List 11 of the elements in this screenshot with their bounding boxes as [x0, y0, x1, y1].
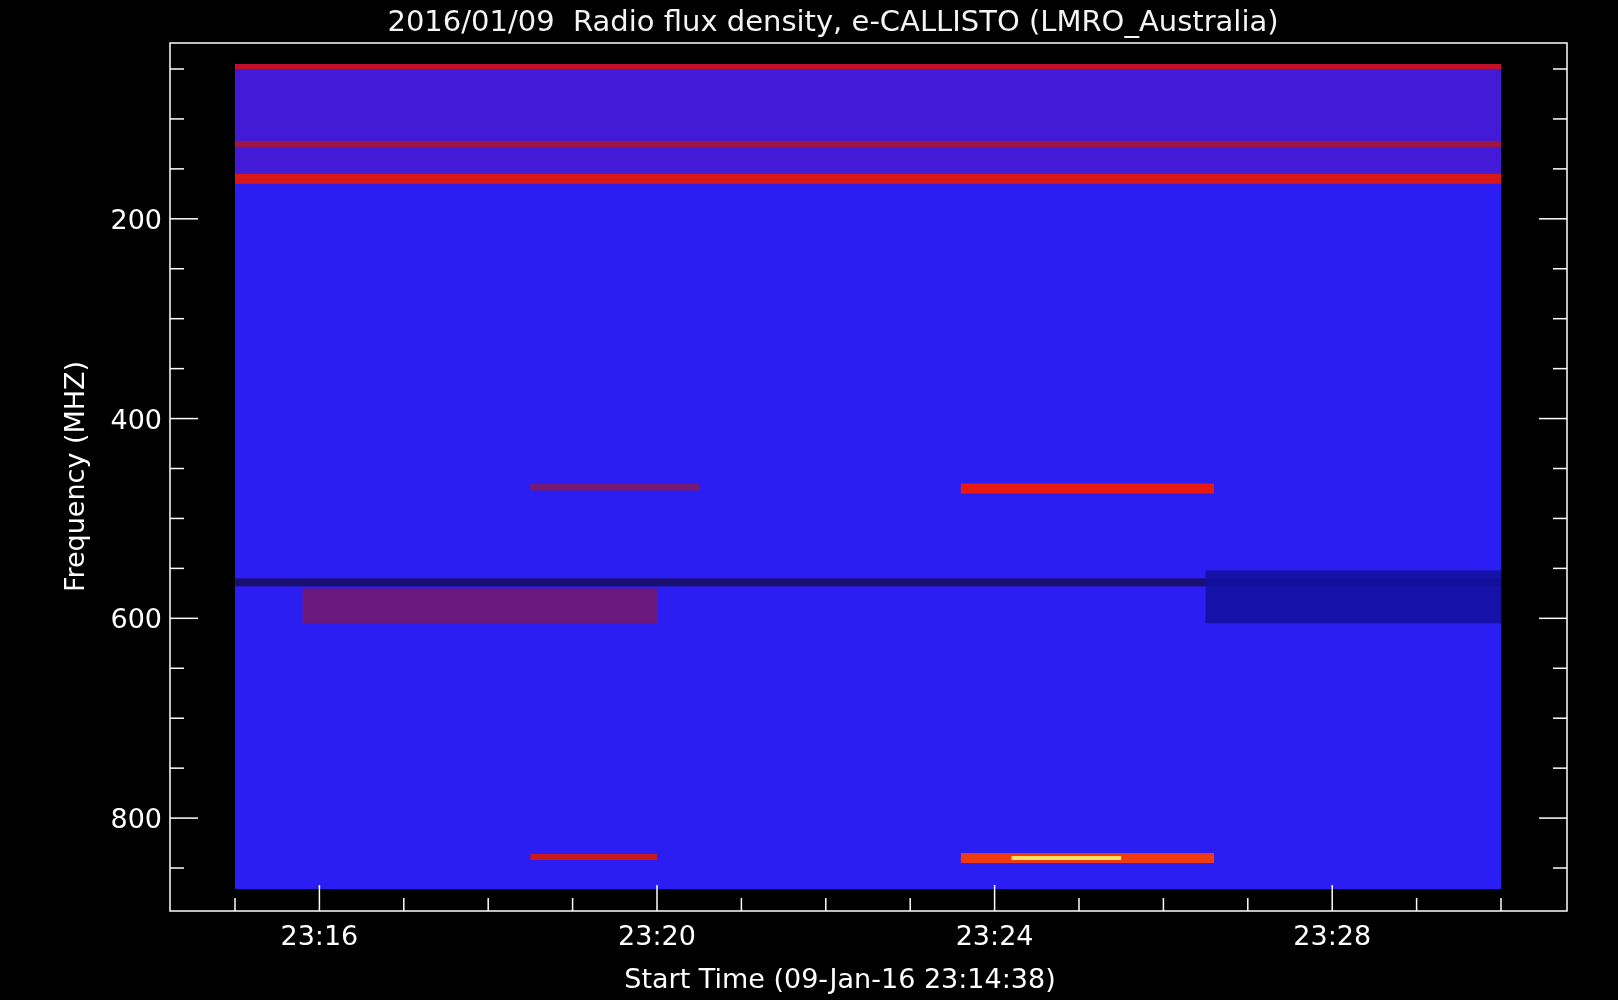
axis-title: Start Time (09-Jan-16 23:14:38): [624, 963, 1056, 994]
axis-tick-label: 600: [110, 603, 162, 635]
axis-tick-label: 23:20: [618, 920, 696, 951]
axis-title: Frequency (MHZ): [59, 360, 90, 593]
axis-tick-label: 800: [110, 803, 162, 835]
plot-title: 2016/01/09 Radio flux density, e-CALLISTO (LMRO_Australia): [386, 3, 1280, 40]
axis-tick-label: 23:28: [1293, 920, 1372, 951]
axis-tick-label: 23:16: [280, 920, 359, 951]
axis-tick-label: 400: [110, 403, 162, 435]
axis-tick-label: 23:24: [955, 920, 1034, 951]
axis-tick-label: 200: [110, 203, 162, 235]
